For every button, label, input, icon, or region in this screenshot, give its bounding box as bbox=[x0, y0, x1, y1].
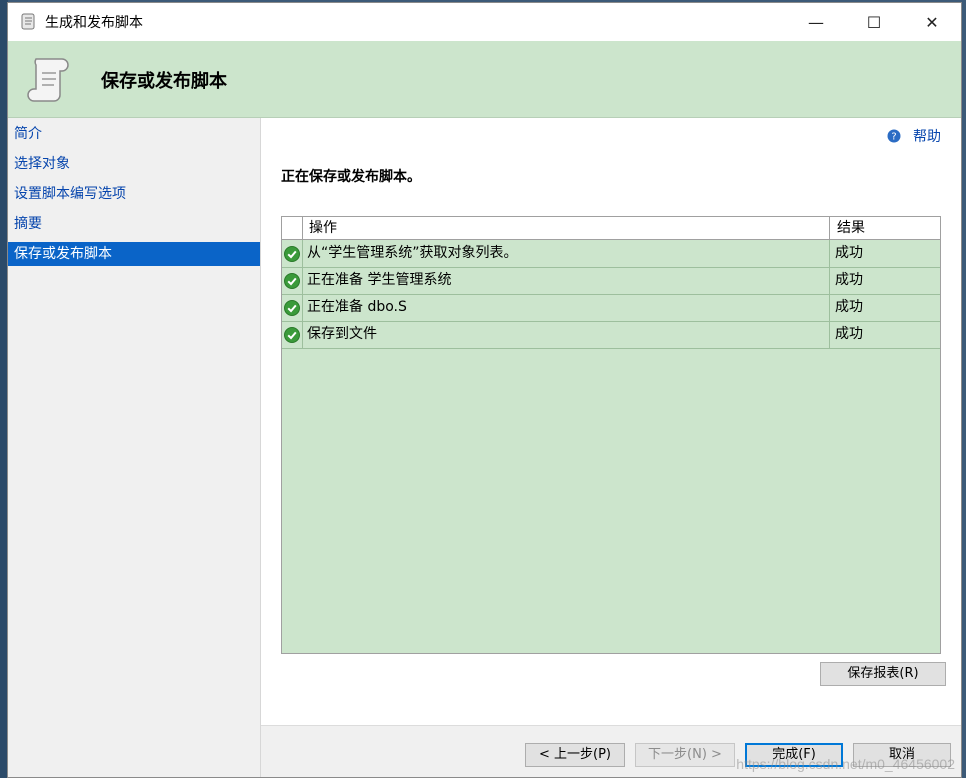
sidebar-item-summary[interactable]: 摘要 bbox=[8, 212, 260, 236]
success-check-icon bbox=[284, 299, 300, 316]
title-bar[interactable]: 生成和发布脚本 — ☐ ✕ bbox=[8, 3, 961, 41]
wizard-window: 生成和发布脚本 — ☐ ✕ 保存或发布脚本 简介 选择对象 设置脚本编写选项 摘… bbox=[7, 2, 962, 778]
operation-cell: 正在准备 dbo.S bbox=[303, 294, 830, 321]
script-scroll-icon bbox=[27, 58, 69, 102]
svg-text:?: ? bbox=[891, 132, 896, 143]
back-button[interactable]: < 上一步(P) bbox=[525, 743, 625, 767]
result-cell: 成功 bbox=[835, 272, 863, 288]
watermark-text: https://blog.csdn.net/m0_46456002 bbox=[736, 756, 955, 772]
main-content: ? 帮助 正在保存或发布脚本。 操作 结果 从“学生管理系统”获取对象列表。 成… bbox=[261, 118, 961, 777]
table-row: 正在准备 学生管理系统 成功 bbox=[282, 267, 940, 295]
sidebar-item-scripting-options[interactable]: 设置脚本编写选项 bbox=[8, 182, 260, 206]
help-label: 帮助 bbox=[913, 129, 941, 145]
status-column-header bbox=[282, 217, 303, 239]
table-row: 从“学生管理系统”获取对象列表。 成功 bbox=[282, 240, 940, 268]
page-title: 保存或发布脚本 bbox=[101, 71, 227, 92]
operation-cell: 从“学生管理系统”获取对象列表。 bbox=[303, 240, 830, 267]
result-cell: 成功 bbox=[835, 326, 863, 342]
result-column-header: 结果 bbox=[837, 220, 865, 236]
save-report-button[interactable]: 保存报表(R) bbox=[820, 662, 946, 686]
help-link[interactable]: ? 帮助 bbox=[887, 126, 941, 146]
success-check-icon bbox=[284, 272, 300, 289]
table-row: 保存到文件 成功 bbox=[282, 321, 940, 349]
grid-header: 操作 结果 bbox=[282, 217, 940, 240]
header-banner: 保存或发布脚本 bbox=[8, 41, 961, 118]
sidebar-item-intro[interactable]: 简介 bbox=[8, 122, 260, 146]
operation-cell: 保存到文件 bbox=[303, 321, 830, 348]
help-question-icon: ? bbox=[887, 129, 901, 143]
success-check-icon bbox=[284, 245, 300, 262]
table-row: 正在准备 dbo.S 成功 bbox=[282, 294, 940, 322]
operation-cell: 正在准备 学生管理系统 bbox=[303, 267, 830, 294]
sidebar-item-choose-objects[interactable]: 选择对象 bbox=[8, 152, 260, 176]
success-check-icon bbox=[284, 326, 300, 343]
window-title: 生成和发布脚本 bbox=[45, 15, 143, 31]
wizard-footer: < 上一步(P) 下一步(N) > 完成(F) 取消 https://blog.… bbox=[261, 725, 961, 777]
minimize-button[interactable]: — bbox=[787, 3, 845, 41]
sidebar-item-save-publish[interactable]: 保存或发布脚本 bbox=[8, 242, 260, 266]
status-heading: 正在保存或发布脚本。 bbox=[281, 169, 421, 185]
script-scroll-icon bbox=[21, 13, 35, 30]
result-cell: 成功 bbox=[835, 299, 863, 315]
close-button[interactable]: ✕ bbox=[903, 3, 961, 41]
progress-grid: 操作 结果 从“学生管理系统”获取对象列表。 成功 正在准备 学生管理系统 成功… bbox=[281, 216, 941, 654]
maximize-button[interactable]: ☐ bbox=[845, 3, 903, 41]
result-cell: 成功 bbox=[835, 245, 863, 261]
wizard-steps-sidebar: 简介 选择对象 设置脚本编写选项 摘要 保存或发布脚本 bbox=[8, 118, 261, 777]
next-button[interactable]: 下一步(N) > bbox=[635, 743, 735, 767]
operation-column-header: 操作 bbox=[303, 217, 830, 239]
